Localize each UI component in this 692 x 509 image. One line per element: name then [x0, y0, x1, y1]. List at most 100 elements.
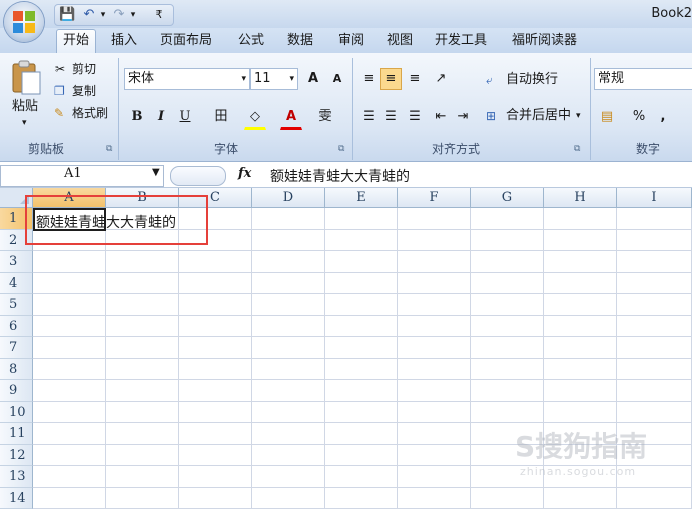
- name-box[interactable]: [0, 165, 164, 187]
- merge-center-button[interactable]: 合并后居中: [506, 107, 571, 125]
- clipboard-launcher-icon[interactable]: ⧉: [106, 144, 112, 154]
- customize-qat-icon[interactable]: ₹: [151, 7, 167, 23]
- format-painter-button[interactable]: 格式刷: [72, 104, 108, 122]
- tab-home[interactable]: 开始: [56, 29, 97, 53]
- orientation-icon[interactable]: ↗: [430, 68, 452, 90]
- column-header-e[interactable]: E: [325, 188, 398, 208]
- chevron-down-icon[interactable]: ▼: [152, 167, 160, 178]
- number-group-label: 数字: [636, 142, 661, 156]
- fill-color-button[interactable]: ◇: [244, 106, 266, 130]
- font-color-button[interactable]: A: [280, 106, 302, 130]
- tab-formulas[interactable]: 公式: [238, 32, 264, 49]
- gridline: [397, 208, 398, 509]
- underline-button[interactable]: U: [174, 106, 196, 128]
- italic-button[interactable]: I: [150, 106, 172, 128]
- percent-style-button[interactable]: %: [628, 106, 650, 128]
- format-painter-icon[interactable]: ✎: [54, 104, 64, 122]
- number-format-value: 常规: [598, 71, 625, 86]
- copy-button[interactable]: 复制: [72, 82, 96, 100]
- column-header-d[interactable]: D: [252, 188, 325, 208]
- quick-access-toolbar: 💾 ↶ ▾ ↷ ▾ ₹: [54, 4, 174, 26]
- decrease-indent-icon[interactable]: ⇤: [430, 106, 452, 128]
- align-right-icon[interactable]: ☰: [404, 106, 426, 128]
- column-header-f[interactable]: F: [398, 188, 471, 208]
- formula-input[interactable]: 额娃娃青蛙大大青蛙的: [270, 166, 410, 186]
- font-size-combo[interactable]: 11 ▾: [250, 68, 298, 90]
- row-header-10[interactable]: 10: [0, 401, 33, 423]
- redo-dropdown-icon[interactable]: ▾: [125, 7, 141, 23]
- row-header-11[interactable]: 11: [0, 423, 33, 445]
- cut-button[interactable]: 剪切: [72, 60, 96, 78]
- copy-icon[interactable]: ❐: [54, 82, 65, 100]
- tab-foxit-reader[interactable]: 福昕阅读器: [512, 32, 577, 49]
- wrap-text-icon[interactable]: ⤶: [486, 71, 493, 89]
- row-header-4[interactable]: 4: [0, 272, 33, 294]
- font-launcher-icon[interactable]: ⧉: [338, 144, 344, 154]
- row-header-7[interactable]: 7: [0, 337, 33, 359]
- column-header-i[interactable]: I: [617, 188, 692, 208]
- clipboard-group-label: 剪贴板: [28, 142, 65, 156]
- align-center-icon[interactable]: ☰: [380, 106, 402, 128]
- gridline: [470, 208, 471, 509]
- column-header-h[interactable]: H: [544, 188, 617, 208]
- align-middle-icon[interactable]: ≡: [380, 68, 402, 90]
- insert-function-icon[interactable]: fx: [238, 166, 251, 181]
- comma-style-button[interactable]: ,: [652, 106, 674, 128]
- save-icon[interactable]: 💾: [59, 7, 75, 23]
- gridline: [33, 400, 692, 402]
- cut-icon[interactable]: ✂: [55, 60, 65, 78]
- column-header-g[interactable]: G: [471, 188, 544, 208]
- row-header-9[interactable]: 9: [0, 380, 33, 402]
- formula-bar-controls[interactable]: [170, 166, 226, 186]
- tab-page-layout[interactable]: 页面布局: [160, 32, 212, 49]
- undo-dropdown-icon[interactable]: ▾: [95, 7, 111, 23]
- bold-button[interactable]: B: [126, 106, 148, 128]
- paste-dropdown-icon[interactable]: ▾: [22, 114, 27, 132]
- gridline: [33, 486, 692, 488]
- font-name-combo[interactable]: 宋体 ▾: [124, 68, 250, 90]
- chevron-down-icon[interactable]: ▾: [241, 69, 246, 89]
- row-header-8[interactable]: 8: [0, 358, 33, 380]
- paste-icon[interactable]: [10, 58, 44, 96]
- phonetic-guide-button[interactable]: 雯: [314, 106, 336, 128]
- increase-indent-icon[interactable]: ⇥: [452, 106, 474, 128]
- gridline: [324, 208, 325, 509]
- watermark-url: zhinan.sogou.com: [520, 465, 637, 478]
- wrap-text-button[interactable]: 自动换行: [506, 71, 558, 89]
- tab-view[interactable]: 视图: [387, 32, 413, 49]
- row-header-13[interactable]: 13: [0, 466, 33, 488]
- group-divider: [590, 58, 591, 160]
- gridline: [33, 422, 692, 423]
- gridline: [105, 208, 106, 509]
- border-button[interactable]: 田: [210, 106, 232, 128]
- font-size-value: 11: [254, 71, 271, 86]
- gridline: [33, 271, 692, 273]
- font-group-label: 字体: [214, 142, 239, 156]
- chevron-down-icon[interactable]: ▾: [576, 107, 581, 125]
- grow-font-button[interactable]: A: [302, 68, 324, 90]
- row-header-5[interactable]: 5: [0, 294, 33, 316]
- row-header-6[interactable]: 6: [0, 315, 33, 337]
- office-logo-icon: [13, 11, 35, 33]
- row-header-14[interactable]: 14: [0, 487, 33, 509]
- row-header-3[interactable]: 3: [0, 251, 33, 273]
- chevron-down-icon[interactable]: ▾: [289, 69, 294, 89]
- align-left-icon[interactable]: ☰: [358, 106, 380, 128]
- tab-developer[interactable]: 开发工具: [435, 32, 487, 49]
- row-header-12[interactable]: 12: [0, 444, 33, 466]
- align-bottom-icon[interactable]: ≡: [404, 68, 426, 90]
- accounting-format-icon[interactable]: ▤: [596, 106, 618, 128]
- highlight-annotation-box: [25, 195, 208, 245]
- tab-review[interactable]: 审阅: [338, 32, 364, 49]
- gridline: [178, 208, 179, 509]
- gridline: [33, 250, 692, 251]
- alignment-launcher-icon[interactable]: ⧉: [574, 144, 580, 154]
- group-divider: [352, 58, 353, 160]
- tab-insert[interactable]: 插入: [111, 32, 137, 49]
- align-top-icon[interactable]: ≡: [358, 68, 380, 90]
- number-format-combo[interactable]: 常规: [594, 68, 692, 90]
- merge-center-icon[interactable]: ⊞: [486, 107, 496, 125]
- tab-data[interactable]: 数据: [287, 32, 313, 49]
- shrink-font-button[interactable]: A: [326, 68, 348, 90]
- alignment-group-label: 对齐方式: [432, 142, 481, 156]
